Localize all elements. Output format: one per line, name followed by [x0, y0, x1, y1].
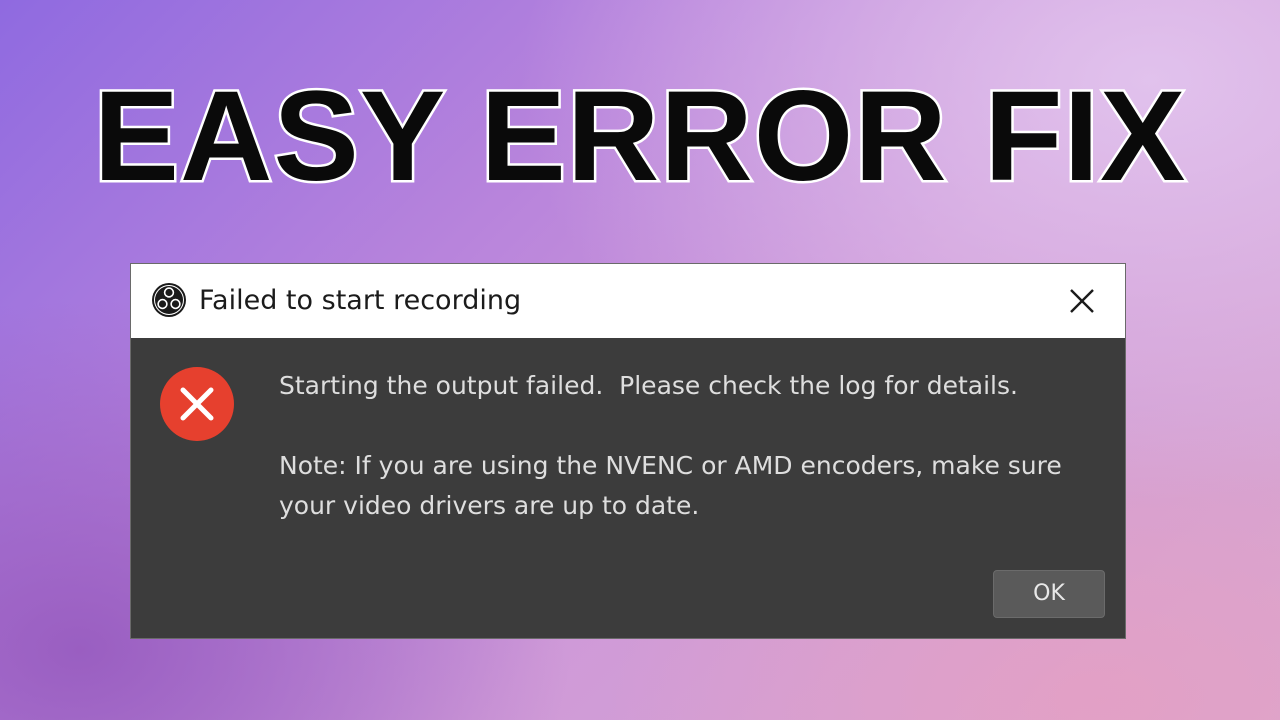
dialog-body: Starting the output failed. Please check…	[131, 338, 1125, 638]
ok-button[interactable]: OK	[993, 570, 1105, 618]
obs-logo-icon	[151, 282, 187, 318]
error-x-icon	[159, 366, 235, 442]
error-dialog: Failed to start recording Starting the o…	[131, 264, 1125, 638]
error-note: Note: If you are using the NVENC or AMD …	[279, 451, 1062, 520]
dialog-titlebar: Failed to start recording	[131, 264, 1125, 338]
close-button[interactable]	[1063, 282, 1101, 320]
error-message: Starting the output failed. Please check…	[279, 371, 1018, 400]
dialog-title: Failed to start recording	[199, 285, 522, 316]
headline-text: EASY ERROR FIX	[91, 63, 1188, 211]
close-icon	[1070, 289, 1094, 313]
